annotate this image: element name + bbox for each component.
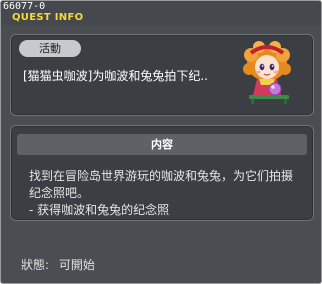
window-title: QUEST INFO <box>12 12 84 23</box>
window-id-label: 66077-0 <box>3 1 46 12</box>
details-header: 内容 <box>17 134 307 155</box>
quest-info-window: 66077-0 QUEST INFO 活動 [猫猫虫咖波]为咖波和兔兔拍下纪.. <box>0 0 322 284</box>
status-value: 可開始 <box>58 258 95 272</box>
details-body: 找到在冒险岛世界游玩的咖波和兔兔，为它们拍摄 纪念照吧。 - 获得咖波和兔兔的纪… <box>29 168 311 219</box>
details-line: - 获得咖波和兔兔的纪念照 <box>29 203 170 217</box>
quest-status: 狀態: 可開始 <box>21 257 95 273</box>
details-line: 找到在冒险岛世界游玩的咖波和兔兔，为它们拍摄 <box>29 169 294 183</box>
status-label: 狀態: <box>21 258 50 272</box>
window-titlebar[interactable]: 66077-0 QUEST INFO <box>1 1 321 25</box>
npc-portrait-icon <box>237 39 303 105</box>
quest-category-tag: 活動 <box>19 40 81 57</box>
details-line: 纪念照吧。 <box>29 186 90 200</box>
quest-name: [猫猫虫咖波]为咖波和兔兔拍下纪.. <box>23 69 208 83</box>
